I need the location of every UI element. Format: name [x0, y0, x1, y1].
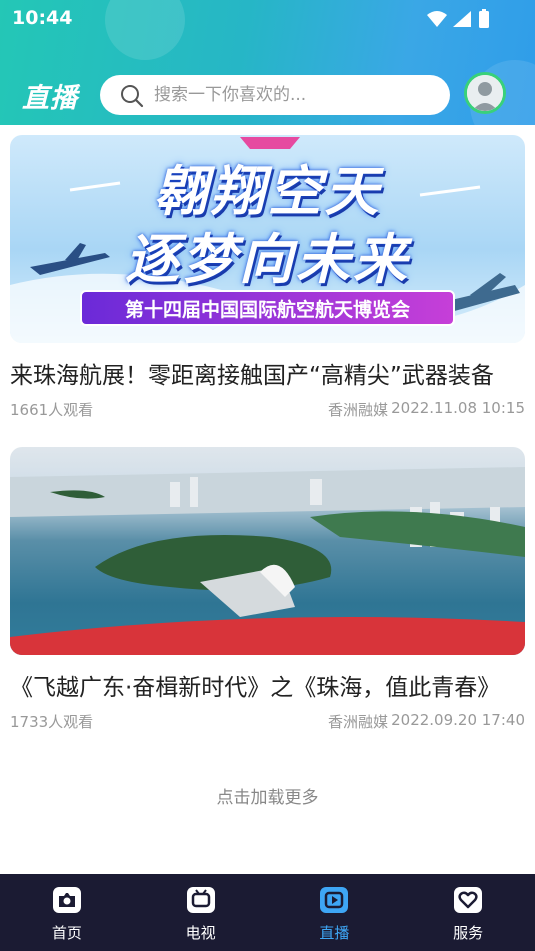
live-item-meta: 1733人观看 香洲融媒 2022.09.20 17:40 [10, 711, 525, 733]
heart-service-icon [454, 887, 483, 913]
tab-label: 服务 [453, 924, 484, 942]
signal-icon [453, 11, 471, 27]
tab-service[interactable]: 服务 [401, 874, 535, 951]
live-play-icon [320, 887, 349, 913]
status-time: 10:44 [12, 7, 73, 29]
home-camera-icon [52, 887, 81, 913]
status-icons [427, 9, 489, 28]
tv-icon [186, 887, 215, 913]
view-count: 1661人观看 [10, 401, 94, 419]
tab-label: 电视 [185, 924, 216, 942]
search-input[interactable] [154, 81, 434, 109]
view-count: 1733人观看 [10, 713, 94, 731]
publish-time: 2022.09.20 17:40 [391, 711, 525, 729]
tab-tv[interactable]: 电视 [134, 874, 268, 951]
tab-label: 直播 [319, 924, 350, 942]
poster-headline-2: 逐梦向未来 [125, 228, 410, 291]
source-name: 香洲融媒 [327, 713, 388, 731]
publish-time: 2022.11.08 10:15 [391, 399, 525, 417]
live-thumbnail[interactable] [10, 447, 525, 655]
live-item-title[interactable]: 来珠海航展！零距离接触国产“高精尖”武器装备 [10, 359, 525, 393]
zhuhai-aerial-graphic [10, 467, 525, 655]
red-banner [10, 617, 525, 655]
page-title: 直播 [22, 83, 78, 114]
user-icon [467, 75, 503, 111]
live-item-title[interactable]: 《飞越广东·奋楫新时代》之《珠海，值此青春》 [10, 671, 525, 705]
tab-live[interactable]: 直播 [268, 874, 402, 951]
battery-icon [479, 11, 489, 28]
live-thumbnail[interactable]: 翱翔空天 逐梦向未来 第十四届中国国际航空航天博览会 [10, 135, 525, 343]
tab-home[interactable]: 首页 [0, 874, 134, 951]
status-bar: 10:44 [0, 0, 535, 38]
user-avatar[interactable] [464, 72, 506, 114]
live-item[interactable]: 《飞越广东·奋楫新时代》之《珠海，值此青春》 1733人观看 香洲融媒 2022… [10, 447, 525, 733]
live-item[interactable]: 翱翔空天 逐梦向未来 第十四届中国国际航空航天博览会 来珠海航展！零距离接触国产… [10, 135, 525, 421]
poster-banner: 第十四届中国国际航空航天博览会 [80, 290, 455, 326]
tab-label: 首页 [51, 924, 82, 942]
load-more-button[interactable]: 点击加载更多 [0, 783, 535, 808]
wifi-icon [427, 11, 447, 27]
search-bar[interactable] [100, 75, 450, 115]
top-header: 10:44 直播 [0, 0, 535, 125]
live-item-meta: 1661人观看 香洲融媒 2022.11.08 10:15 [10, 399, 525, 421]
source-name: 香洲融媒 [327, 401, 388, 419]
bottom-tab-bar: 首页 电视 直播 服务 [0, 874, 535, 951]
search-icon [121, 85, 144, 108]
